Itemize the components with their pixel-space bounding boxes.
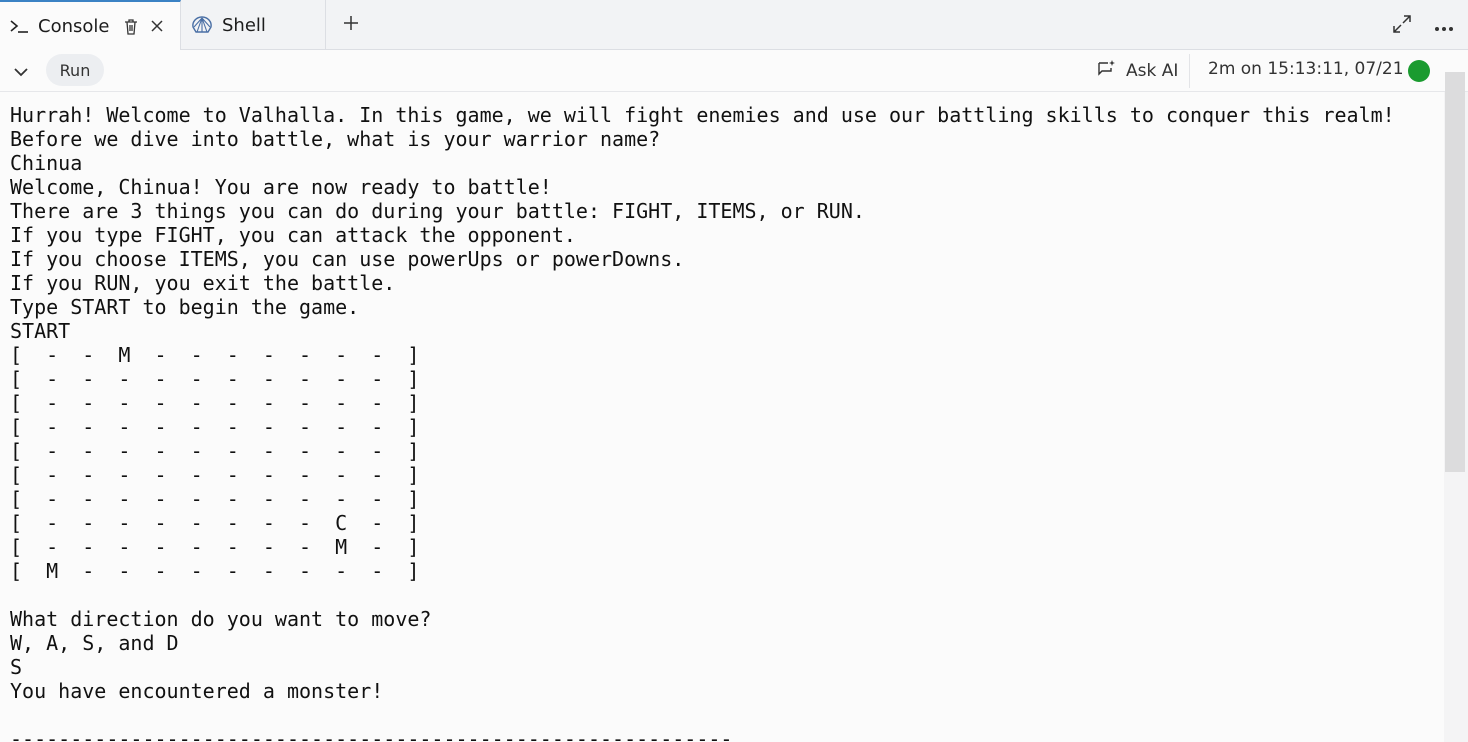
console-line: What direction do you want to move? [10,607,432,631]
expand-button[interactable] [1389,13,1415,39]
console-line: S [10,655,23,679]
console-toolbar: Run Ask AI 2m on 15:13:11, 07/21 [0,50,1468,92]
collapse-button[interactable] [10,60,32,82]
tab-shell[interactable]: Shell [181,0,326,50]
terminal-prompt-icon [9,18,29,34]
console-line: START [10,319,71,343]
console-line: [ - - - - - - - - C - ] [10,511,420,535]
console-line: Welcome, Chinua! You are now ready to ba… [10,175,552,199]
tab-console[interactable]: Console [0,0,181,50]
add-tab-button[interactable] [340,13,362,37]
plus-icon [343,15,359,35]
console-output[interactable]: Hurrah! Welcome to Valhalla. In this gam… [0,92,1444,742]
console-line: Hurrah! Welcome to Valhalla. In this gam… [10,103,1395,127]
console-line: Type START to begin the game. [10,295,360,319]
tab-console-label: Console [38,15,110,37]
shell-icon [191,15,213,35]
console-line: [ - - - - - - - - - - ] [10,439,420,463]
console-line: If you type FIGHT, you can attack the op… [10,223,576,247]
run-button[interactable]: Run [46,54,104,86]
console-line: [ - - - - - - - - M - ] [10,535,420,559]
ask-ai-icon [1096,59,1116,84]
run-status-text: 2m on 15:13:11, 07/21 [1208,59,1404,79]
console-line: If you choose ITEMS, you can use powerUp… [10,247,685,271]
scrollbar-thumb[interactable] [1445,72,1465,472]
console-line: You have encountered a monster! [10,679,384,703]
close-icon[interactable] [150,19,164,33]
console-line: [ - - - - - - - - - - ] [10,415,420,439]
console-line: Before we dive into battle, what is your… [10,127,661,151]
console-line: ----------------------------------------… [10,727,733,742]
console-line: [ - - - - - - - - - - ] [10,367,420,391]
console-line: W, A, S, and D [10,631,179,655]
chevron-down-icon [13,62,29,81]
scrollbar[interactable] [1444,72,1468,742]
more-icon [1434,17,1454,36]
status-indicator [1408,60,1430,82]
tab-shell-label: Shell [222,14,266,36]
console-line: If you RUN, you exit the battle. [10,271,396,295]
console-line: [ - - M - - - - - - - ] [10,343,420,367]
expand-icon [1391,13,1413,39]
console-line: [ - - - - - - - - - - ] [10,487,420,511]
console-line: [ M - - - - - - - - - ] [10,559,420,583]
ask-ai-label: Ask AI [1126,61,1179,81]
more-button[interactable] [1431,13,1457,39]
console-line: [ - - - - - - - - - - ] [10,463,420,487]
console-line: There are 3 things you can do during you… [10,199,865,223]
tab-bar: Console Shell [0,0,1468,50]
ask-ai-button[interactable]: Ask AI [1096,58,1178,84]
toolbar-divider [1189,54,1190,88]
console-line: Chinua [10,151,83,175]
trash-icon[interactable] [123,18,139,35]
console-line: [ - - - - - - - - - - ] [10,391,420,415]
